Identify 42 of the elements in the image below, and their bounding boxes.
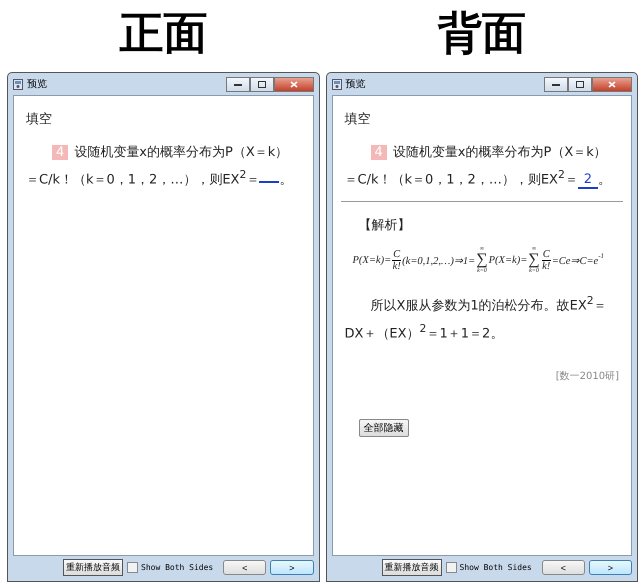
checkbox[interactable] [446,562,456,573]
minimize-button[interactable] [226,76,250,92]
minimize-button[interactable] [544,76,568,92]
maximize-icon [576,80,584,88]
question-text: 4 设随机变量x的概率分布为P（X＝k）＝C/k！（k＝0，1，2，…），则EX$^{2}$＝ 2 。 [344,144,612,192]
section-title: 填空 [344,111,372,128]
side-heading: 正面 [118,7,208,61]
replay-audio-button[interactable]: 重新播放音频 [382,559,442,576]
checkbox-label: Show Both Sides [460,563,532,572]
explanation-title: 【解析】 [358,217,412,234]
next-button[interactable]: > [588,560,632,575]
section-title: 填空 [26,111,53,128]
formula-text: P(X=k)= [352,254,392,266]
replay-audio-button[interactable]: 重新播放音频 [63,559,123,576]
side-heading: 背面 [436,7,527,61]
formula-text: P(X=k)= [488,254,528,266]
minimize-icon [552,82,560,86]
formula-text: =Ce⇒C=e [552,254,598,267]
fraction: C k! [392,248,402,272]
checkbox[interactable] [127,562,138,573]
minimize-icon [234,82,242,86]
close-button[interactable] [274,76,314,92]
explanation-text: 所以X服从参数为1的泊松分布。故EX$^{2}$＝DX＋（EX）$^{2}$＝1＋1＝2。 [344,293,608,343]
window-title: 预览 [27,78,48,91]
app-icon [13,78,23,90]
maximize-icon [258,80,266,88]
previous-button[interactable]: < [542,560,585,575]
question-text: 4 设随机变量x的概率分布为P（X＝k）＝C/k！（k＝0，1，2，…），则EX$^{2}$＝ 。 [26,144,294,190]
formula-text: (k=0,1,2,…)⇒1= [402,254,476,267]
source-label: [数一2010研] [556,370,619,383]
close-icon [290,80,298,88]
checkbox-label: Show Both Sides [141,563,214,572]
previous-button[interactable]: < [223,560,266,575]
maximize-button[interactable] [568,76,592,92]
window-title: 预览 [346,78,366,91]
maximize-button[interactable] [250,76,274,92]
app-icon [332,78,342,90]
close-icon [608,80,616,88]
next-button[interactable]: > [270,560,314,575]
fraction: C k! [542,248,551,272]
hide-all-button[interactable]: 全部隐藏 [358,418,408,437]
close-button[interactable] [592,76,632,92]
